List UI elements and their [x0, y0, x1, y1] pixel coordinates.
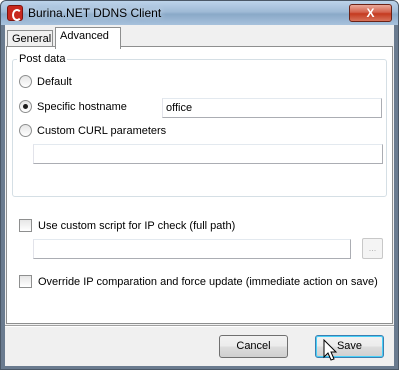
override-checkbox-row[interactable]: Override IP comparation and force update… [19, 275, 378, 288]
custom-curl-input[interactable] [33, 144, 383, 164]
specific-hostname-radio[interactable] [19, 100, 32, 113]
override-label: Override IP comparation and force update… [38, 275, 378, 288]
custom-script-label: Use custom script for IP check (full pat… [38, 219, 236, 232]
browse-button[interactable]: ... [362, 238, 383, 259]
close-button[interactable]: X [349, 4, 392, 22]
cancel-button[interactable]: Cancel [219, 335, 288, 358]
title-bar[interactable]: Burina.NET DDNS Client X [1, 1, 398, 25]
custom-script-path-input[interactable] [33, 239, 351, 259]
custom-script-checkbox-row[interactable]: Use custom script for IP check (full pat… [19, 219, 235, 232]
advanced-tab-page: Post data Default Specific hostname Cust… [6, 46, 393, 324]
specific-hostname-label: Specific hostname [37, 100, 127, 113]
dialog-body: General Advanced Post data Default Speci… [5, 25, 394, 366]
app-window: Burina.NET DDNS Client X General Advance… [0, 0, 399, 370]
app-logo-icon [7, 5, 23, 21]
override-checkbox[interactable] [19, 275, 32, 288]
tab-advanced[interactable]: Advanced [55, 27, 121, 49]
custom-script-checkbox[interactable] [19, 219, 32, 232]
custom-curl-label: Custom CURL parameters [37, 124, 167, 137]
custom-curl-radio[interactable] [19, 124, 32, 137]
default-radio[interactable] [19, 75, 32, 88]
custom-curl-radio-row[interactable]: Custom CURL parameters [19, 124, 166, 137]
specific-hostname-radio-row[interactable]: Specific hostname [19, 100, 127, 113]
post-data-legend: Post data [17, 53, 68, 65]
specific-hostname-input[interactable] [162, 98, 382, 118]
default-radio-row[interactable]: Default [19, 75, 72, 88]
default-radio-label: Default [37, 75, 72, 88]
window-title: Burina.NET DDNS Client [28, 6, 162, 20]
mouse-pointer-icon [323, 339, 338, 361]
footer-divider [5, 325, 394, 327]
post-data-group: Post data Default Specific hostname Cust… [12, 53, 387, 197]
